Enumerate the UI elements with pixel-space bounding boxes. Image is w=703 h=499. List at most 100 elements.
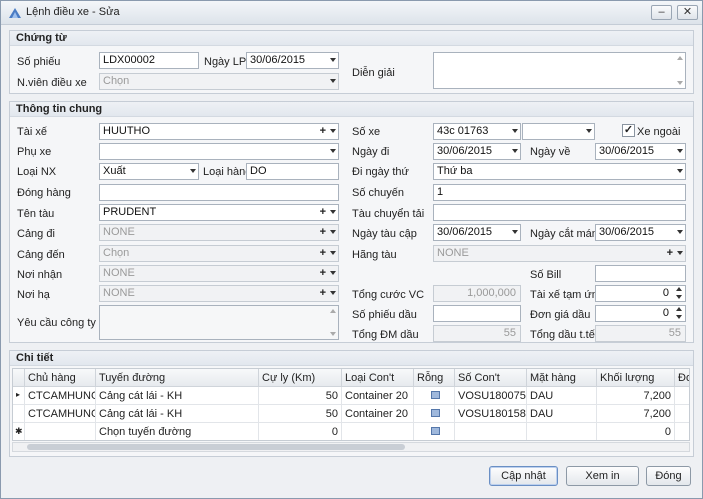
sophieudau-input[interactable] [433,305,521,322]
donghang-input[interactable] [99,184,339,201]
ngaycatmang-date-field[interactable]: 30/06/2015 [595,224,686,241]
add-icon[interactable]: + [320,124,326,139]
col-loaicont[interactable]: Loại Con't [342,369,414,387]
chevron-down-icon[interactable] [512,129,518,133]
col-tuyenduong[interactable]: Tuyến đường [96,369,259,387]
cell-chuhang[interactable]: CTCAMHUNG [25,405,96,423]
cell-khoiluong[interactable]: 0 [597,423,675,440]
minimize-button[interactable]: – [651,5,672,20]
chevron-down-icon[interactable] [330,149,336,153]
chevron-down-icon[interactable] [330,129,336,133]
cell-don[interactable] [675,387,689,405]
close-form-button[interactable]: Đóng [646,466,691,486]
textarea-scrollbar[interactable] [328,307,337,338]
add-icon[interactable]: + [320,286,326,301]
checkbox-image-icon[interactable] [431,409,440,417]
taixetamung-spinner[interactable]: 0 [595,285,686,302]
add-icon[interactable]: + [320,266,326,281]
cell-rong[interactable] [414,423,455,440]
grid-horizontal-scrollbar[interactable] [12,442,690,452]
sophieu-input[interactable]: LDX00002 [99,52,199,69]
xengoai-checkbox[interactable]: ✓ [622,124,635,137]
loaihang-input[interactable]: DO [246,163,339,180]
cell-culy[interactable]: 50 [259,405,342,423]
noiha-select[interactable]: NONE + [99,285,339,302]
cell-khoiluong[interactable]: 7,200 [597,387,675,405]
cell-khoiluong[interactable]: 7,200 [597,405,675,423]
chevron-down-icon[interactable] [190,169,196,173]
spinner-arrows-icon[interactable] [675,287,683,300]
cell-loaicont[interactable] [342,423,414,440]
cell-culy[interactable]: 50 [259,387,342,405]
chevron-down-icon[interactable] [586,129,592,133]
cell-don[interactable] [675,423,689,440]
ngaydi-date-field[interactable]: 30/06/2015 [433,143,521,160]
nhanvien-select[interactable]: Chọn [99,73,339,90]
loainx-select[interactable]: Xuất [99,163,199,180]
phuxe-select[interactable] [99,143,339,160]
col-don[interactable]: Đơn [675,369,689,387]
add-icon[interactable]: + [320,246,326,261]
spinner-arrows-icon[interactable] [675,307,683,320]
add-icon[interactable]: + [320,205,326,220]
cell-tuyenduong[interactable]: Cảng cát lái - KH [96,387,259,405]
cell-loaicont[interactable]: Container 20 [342,387,414,405]
chevron-down-icon[interactable] [677,230,683,234]
cell-socont[interactable] [455,423,527,440]
close-button[interactable]: ✕ [677,5,698,20]
chevron-down-icon[interactable] [330,251,336,255]
tentau-select[interactable]: PRUDENT + [99,204,339,221]
soxe-secondary-select[interactable] [522,123,595,140]
add-icon[interactable]: + [667,246,673,261]
cell-don[interactable] [675,405,689,423]
chevron-down-icon[interactable] [677,169,683,173]
cell-chuhang[interactable] [25,423,96,440]
textarea-scrollbar[interactable] [675,54,684,87]
cangdi-select[interactable]: NONE + [99,224,339,241]
chevron-down-icon[interactable] [512,149,518,153]
col-khoiluong[interactable]: Khối lượng [597,369,675,387]
print-preview-button[interactable]: Xem in [566,466,639,486]
ngayve-date-field[interactable]: 30/06/2015 [595,143,686,160]
cell-mathang[interactable]: DAU [527,405,597,423]
col-chuhang[interactable]: Chủ hàng [25,369,96,387]
soxe-select[interactable]: 43c 01763 [433,123,521,140]
chevron-down-icon[interactable] [330,291,336,295]
chevron-down-icon[interactable] [512,230,518,234]
cangden-select[interactable]: Chọn + [99,245,339,262]
cell-tuyenduong[interactable]: Chọn tuyến đường [96,423,259,440]
cell-rong[interactable] [414,387,455,405]
cell-rong[interactable] [414,405,455,423]
chevron-down-icon[interactable] [677,149,683,153]
checkbox-image-icon[interactable] [431,391,440,399]
diengiai-textarea[interactable] [433,52,686,89]
tauchuyentai-input[interactable] [433,204,686,221]
chevron-down-icon[interactable] [677,251,683,255]
hangtau-select[interactable]: NONE + [433,245,686,262]
noinhan-select[interactable]: NONE + [99,265,339,282]
ngaytaucap-date-field[interactable]: 30/06/2015 [433,224,521,241]
cell-culy[interactable]: 0 [259,423,342,440]
cell-chuhang[interactable]: CTCAMHUNG [25,387,96,405]
checkbox-image-icon[interactable] [431,427,440,435]
col-mathang[interactable]: Mặt hàng [527,369,597,387]
chevron-down-icon[interactable] [330,230,336,234]
cell-tuyenduong[interactable]: Cảng cát lái - KH [96,405,259,423]
dingaythu-select[interactable]: Thứ ba [433,163,686,180]
cell-mathang[interactable] [527,423,597,440]
col-culy[interactable]: Cự ly (Km) [259,369,342,387]
update-button[interactable]: Cập nhật [489,466,558,486]
add-icon[interactable]: + [320,225,326,240]
chevron-down-icon[interactable] [330,58,336,62]
cell-mathang[interactable]: DAU [527,387,597,405]
cell-loaicont[interactable]: Container 20 [342,405,414,423]
scrollbar-thumb[interactable] [27,444,405,450]
dongiadau-spinner[interactable]: 0 [595,305,686,322]
col-socont[interactable]: Số Con't [455,369,527,387]
taixe-select[interactable]: HUUTHO + [99,123,339,140]
sochuyen-input[interactable]: 1 [433,184,686,201]
yeucau-textarea[interactable] [99,305,339,340]
ngaylp-date-field[interactable]: 30/06/2015 [246,52,339,69]
chevron-down-icon[interactable] [330,79,336,83]
cell-socont[interactable]: VOSU1800754 [455,387,527,405]
